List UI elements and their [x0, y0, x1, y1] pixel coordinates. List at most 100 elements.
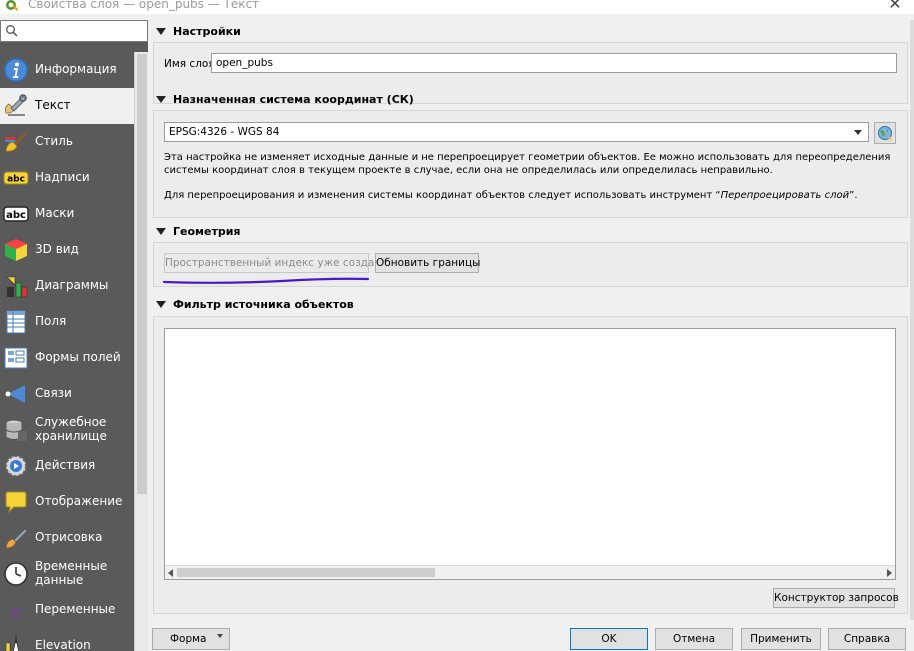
labels-abc-icon: abc	[3, 171, 29, 185]
geometry-section-title: Геометрия	[173, 225, 241, 238]
sidebar-item-rendering[interactable]: Отрисовка	[0, 520, 134, 556]
query-builder-button[interactable]: Конструктор запросов	[773, 588, 899, 608]
sidebar-item-diagrams[interactable]: Диаграммы	[0, 268, 134, 304]
variables-icon: ε	[11, 601, 21, 622]
reproject-tool-name: Перепроецировать слой	[720, 190, 850, 201]
scroll-left-arrow-icon[interactable]	[168, 569, 173, 577]
search-icon	[6, 25, 18, 37]
help-button[interactable]: Справка	[828, 628, 906, 650]
filter-horizontal-scrollbar[interactable]	[165, 565, 895, 579]
crs-description-text: Для перепроецирования и изменения систем…	[164, 190, 721, 201]
sidebar-item-label: Стиль	[35, 134, 73, 148]
chevron-down-icon	[217, 634, 223, 638]
layer-name-input[interactable]: open_pubs	[211, 53, 897, 73]
sidebar-scrollbar-thumb[interactable]	[137, 54, 147, 494]
sidebar-item-label-line2: данные	[35, 573, 84, 587]
sidebar-item-label: Переменные	[35, 602, 116, 616]
style-menu-label: Форма	[170, 633, 207, 645]
sidebar-item-label: Информация	[35, 62, 117, 76]
sidebar-item-label: Временные данные	[35, 559, 107, 587]
crs-selected-value: EPSG:4326 - WGS 84	[169, 126, 280, 138]
collapse-triangle-icon	[156, 28, 166, 35]
sidebar-item-fields[interactable]: Поля	[0, 304, 134, 340]
dialog-button-bar: Форма OK Отмена Применить Справка	[148, 624, 914, 651]
fields-icon	[6, 310, 26, 334]
elevation-icon	[5, 635, 20, 651]
sidebar-item-label: Связи	[35, 386, 72, 400]
source-page: Настройки Имя слоя open_pubs Назначенная…	[148, 20, 914, 620]
cancel-button[interactable]: Отмена	[655, 628, 733, 650]
close-button[interactable]: ✕	[880, 0, 910, 14]
sidebar-item-variables[interactable]: ε Переменные	[0, 592, 134, 628]
update-extents-button[interactable]: Обновить границы	[375, 253, 480, 273]
sidebar-item-label: Служебное хранилище	[35, 415, 107, 443]
sidebar-item-label: Действия	[35, 458, 96, 472]
main-scrollbar[interactable]	[910, 20, 914, 620]
cube-3d-icon	[5, 239, 27, 261]
ok-button[interactable]: OK	[570, 628, 648, 650]
sidebar-item-masks[interactable]: abc Маски	[0, 196, 134, 232]
crs-description-text: ”.	[849, 190, 858, 201]
sidebar-item-label: Отрисовка	[35, 530, 103, 544]
sidebar-item-label: Elevation	[35, 638, 91, 651]
window-title: Свойства слоя — open_pubs — Текст	[28, 0, 260, 11]
chevron-down-icon	[854, 130, 862, 135]
crs-description-line3: Для перепроецирования и изменения систем…	[164, 189, 858, 202]
geometry-group: Пространственный индекс уже создан Обнов…	[153, 242, 908, 287]
sidebar-item-label: Отображение	[35, 494, 123, 508]
sidebar-item-information[interactable]: Информация	[0, 52, 134, 88]
crs-description-line2: системы координат слоя в текущем проекте…	[164, 165, 773, 176]
crs-description-line1: Эта настройка не изменяет исходные данны…	[164, 152, 891, 163]
sidebar-item-style[interactable]: Стиль	[0, 124, 134, 160]
filter-section-title: Фильтр источника объектов	[173, 298, 354, 311]
sidebar-item-label-line1: Временные	[35, 559, 108, 573]
scroll-right-arrow-icon[interactable]	[887, 569, 892, 577]
sidebar-item-3d-view[interactable]: 3D вид	[0, 232, 134, 268]
sidebar-item-attributes-form[interactable]: Формы полей	[0, 340, 134, 376]
sidebar: Информация Текст Стиль abc Надписи abc М…	[0, 20, 148, 651]
sidebar-item-label: 3D вид	[35, 242, 79, 256]
sidebar-item-joins[interactable]: Связи	[0, 376, 134, 412]
sidebar-search-input[interactable]	[0, 20, 148, 42]
sidebar-item-label: Надписи	[35, 170, 90, 184]
sidebar-item-actions[interactable]: Действия	[0, 448, 134, 484]
info-icon	[4, 58, 28, 82]
svg-text:ε: ε	[11, 601, 21, 622]
sidebar-item-source[interactable]: Текст	[0, 88, 134, 124]
sidebar-item-display[interactable]: Отображение	[0, 484, 134, 520]
sidebar-item-elevation[interactable]: Elevation	[0, 628, 134, 651]
qgis-logo-icon	[6, 0, 18, 11]
collapse-triangle-icon	[156, 96, 166, 103]
actions-icon	[5, 455, 27, 477]
sidebar-item-label-line1: Служебное	[35, 415, 107, 429]
crs-select[interactable]: EPSG:4326 - WGS 84	[164, 122, 869, 142]
svg-text:abc: abc	[6, 210, 26, 221]
crs-section-title: Назначенная система координат (СК)	[173, 93, 414, 106]
temporal-clock-icon	[4, 562, 28, 586]
collapse-triangle-icon	[156, 228, 166, 235]
settings-section-title: Настройки	[173, 25, 241, 38]
sidebar-item-labels[interactable]: abc Надписи	[0, 160, 134, 196]
joins-icon	[5, 385, 25, 403]
diagrams-icon	[6, 276, 28, 298]
filter-scrollbar-thumb[interactable]	[177, 568, 435, 577]
sidebar-item-label: Поля	[35, 314, 67, 328]
layer-properties-window: Свойства слоя — open_pubs — Текст ✕ Инфо…	[0, 0, 914, 651]
spatial-index-button[interactable]: Пространственный индекс уже создан	[164, 253, 381, 273]
sidebar-scrollbar[interactable]	[134, 52, 148, 651]
apply-button[interactable]: Применить	[741, 628, 821, 650]
source-wrench-icon	[5, 94, 27, 116]
crs-selector-globe-button[interactable]	[874, 122, 896, 144]
sidebar-nav-list: Информация Текст Стиль abc Надписи abc М…	[0, 52, 134, 651]
attributes-form-icon	[4, 347, 28, 369]
style-menu-button[interactable]: Форма	[152, 628, 230, 650]
style-brush-icon	[5, 132, 27, 152]
display-icon	[5, 491, 27, 514]
sidebar-item-temporal[interactable]: Временные данные	[0, 556, 134, 592]
sidebar-item-auxiliary-storage[interactable]: Служебное хранилище	[0, 412, 134, 448]
filter-expression-textarea[interactable]	[164, 328, 896, 580]
sidebar-item-label: Формы полей	[35, 350, 121, 364]
sidebar-item-label-line2: хранилище	[35, 429, 107, 443]
auxiliary-storage-icon	[5, 419, 27, 441]
handwritten-underline	[162, 277, 370, 284]
